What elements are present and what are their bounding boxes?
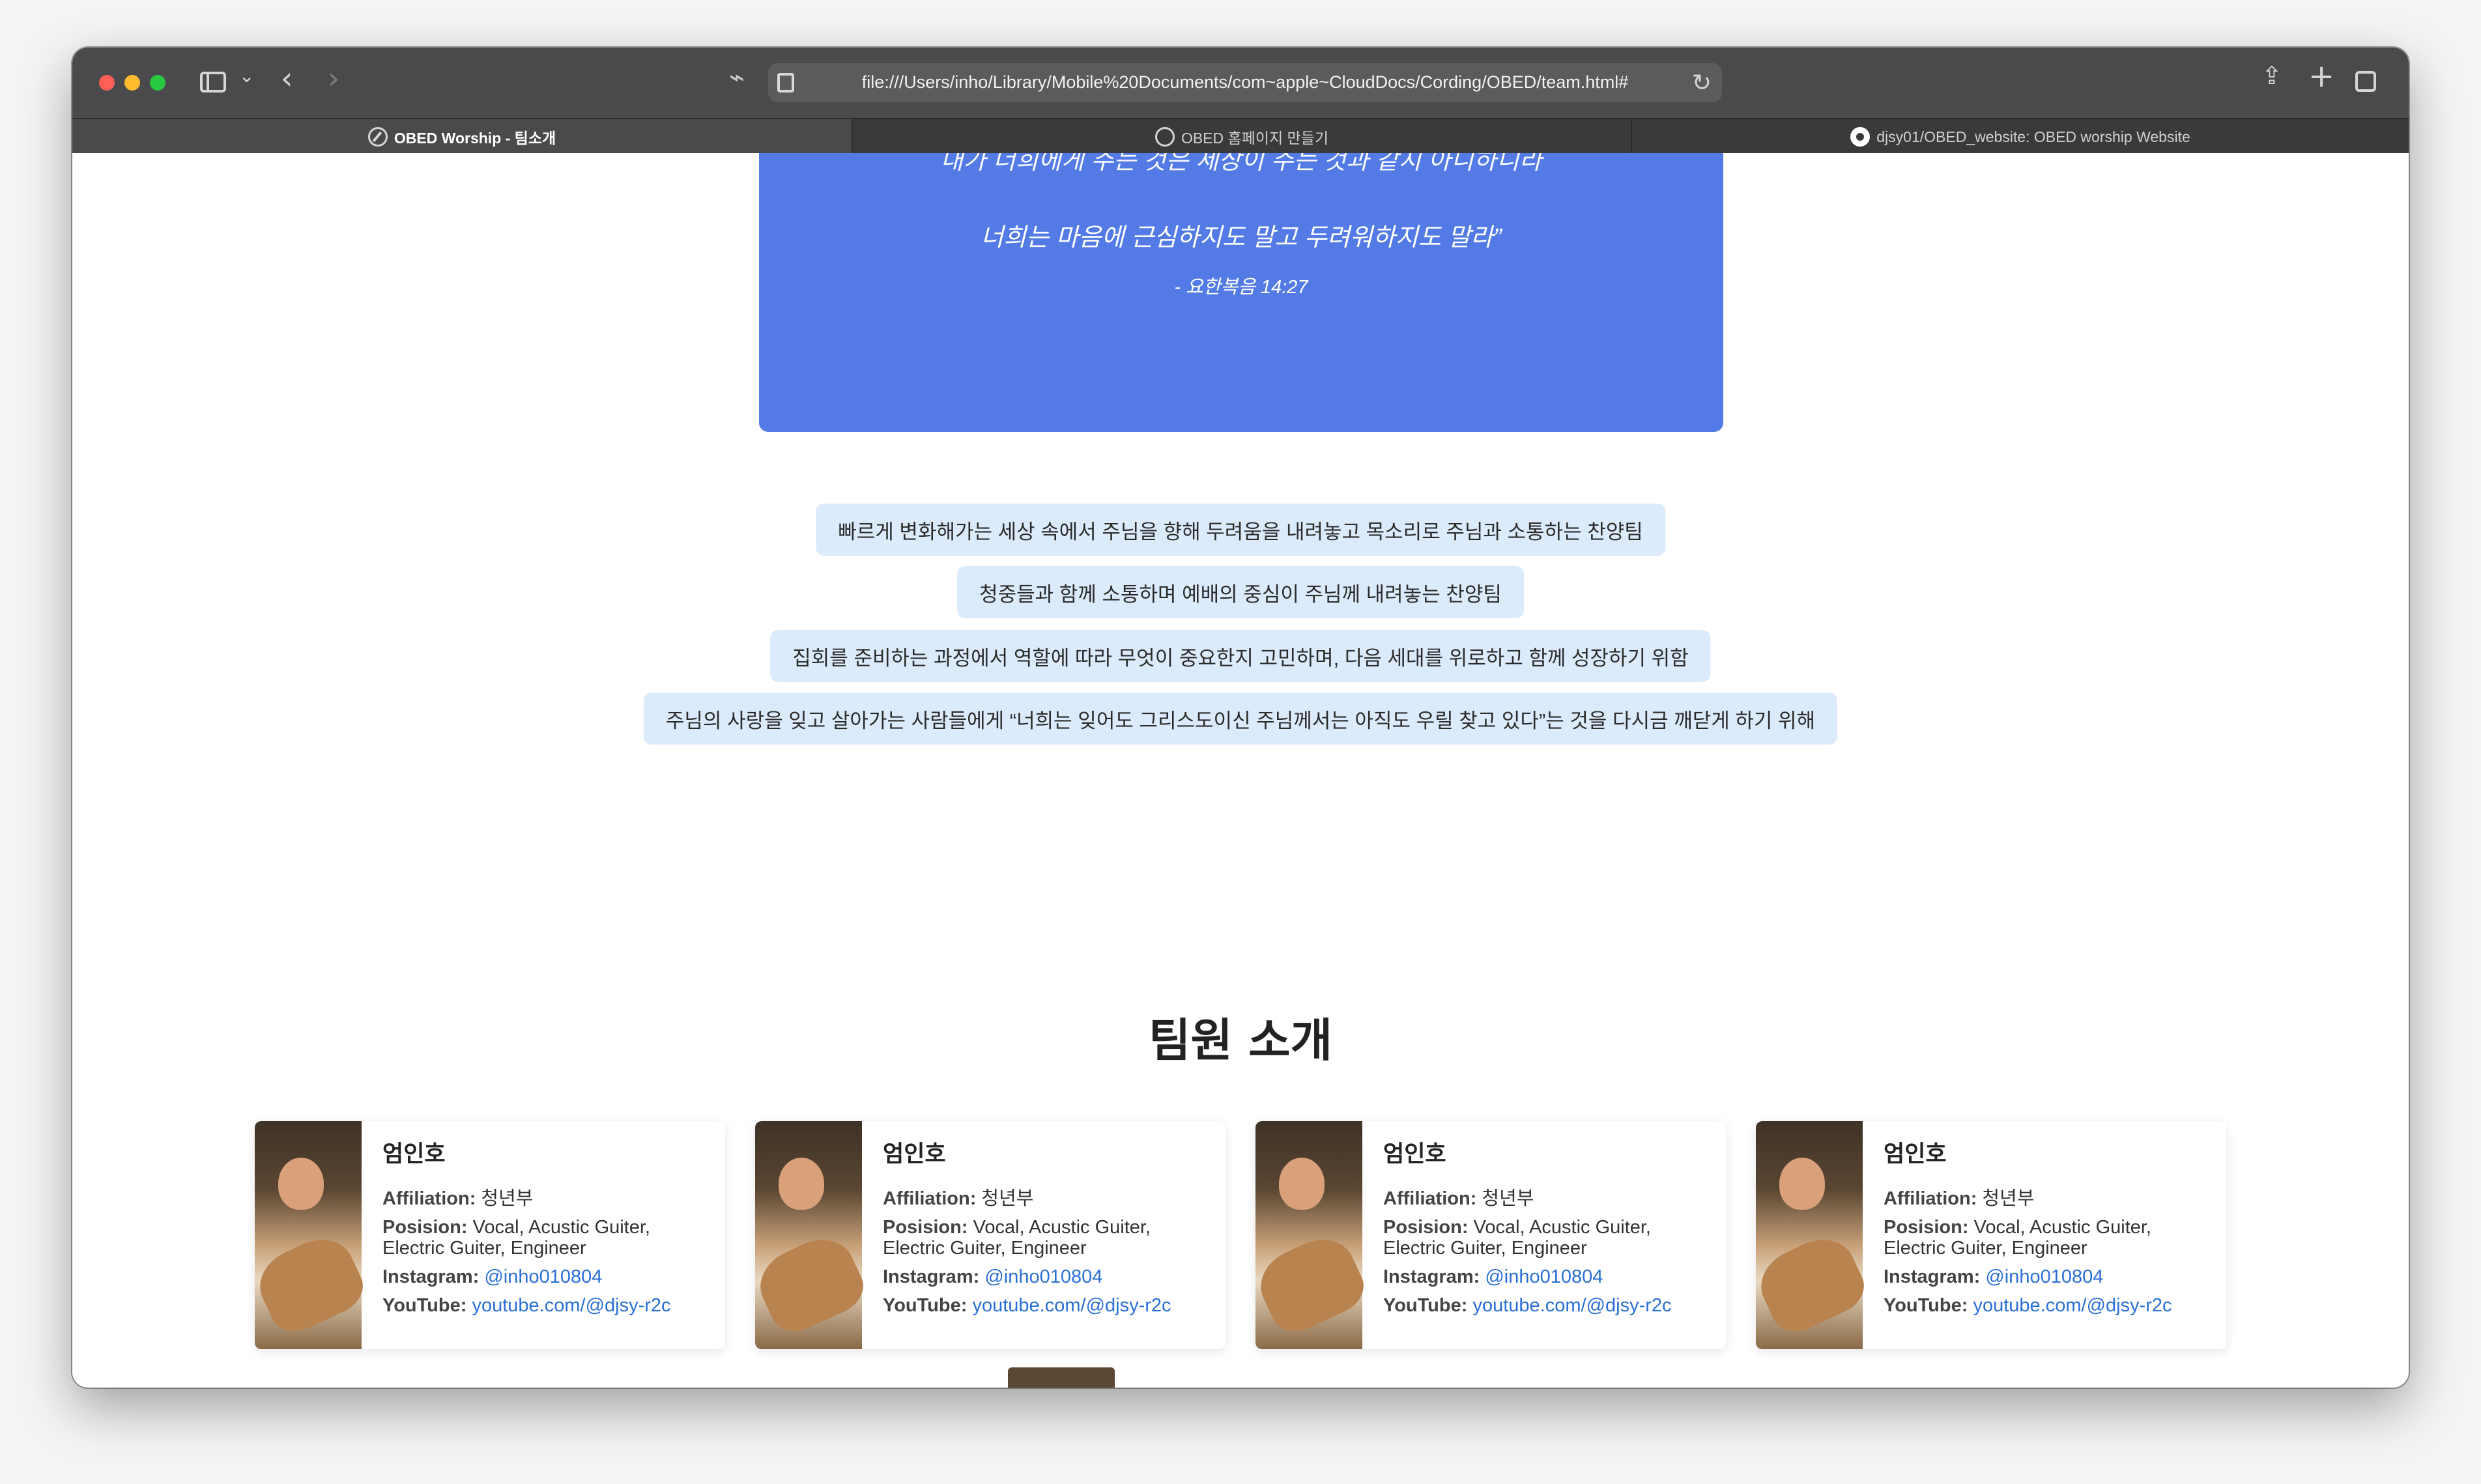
affiliation-label: Affiliation: (382, 1188, 476, 1209)
youtube-label: YouTube: (1884, 1295, 1968, 1316)
affiliation-row: Affiliation: 청년부 (1884, 1188, 2213, 1209)
tab-obed-homepage[interactable]: OBED 홈페이지 만들기 (852, 119, 1631, 154)
tab-label: OBED Worship - 팀소개 (394, 130, 556, 147)
member-card: 엄인호 Affiliation: 청년부 Posision: Vocal, Ac… (755, 1121, 1226, 1349)
member-name: 엄인호 (382, 1141, 446, 1167)
affiliation-label: Affiliation: (1383, 1188, 1477, 1209)
member-card: 엄인호 Affiliation: 청년부 Posision: Vocal, Ac… (255, 1121, 725, 1349)
instagram-row: Instagram: @inho010804 (382, 1266, 712, 1287)
youtube-row: YouTube: youtube.com/@djsy-r2c (382, 1295, 712, 1316)
position-label: Posision: (382, 1217, 468, 1238)
youtube-link[interactable]: youtube.com/@djsy-r2c (972, 1295, 1171, 1316)
sidebar-icon[interactable] (200, 72, 226, 93)
page-content: 내가 너희에게 주는 것은 세상이 주는 것과 같지 아니하니라 너희는 마음에… (72, 153, 2409, 1388)
member-name: 엄인호 (1383, 1141, 1446, 1167)
member-photo (255, 1121, 362, 1349)
mission-item: 빠르게 변화해가는 세상 속에서 주님을 향해 두려움을 내려놓고 목소리로 주… (816, 504, 1665, 556)
github-icon (1850, 127, 1871, 147)
position-row: Posision: Vocal, Acustic Guiter, Electri… (1383, 1217, 1713, 1259)
member-card: 엄인호 Affiliation: 청년부 Posision: Vocal, Ac… (1255, 1121, 1726, 1349)
member-info: 엄인호 Affiliation: 청년부 Posision: Vocal, Ac… (883, 1135, 1212, 1324)
privacy-shield-icon[interactable]: ⌁ (729, 64, 745, 91)
youtube-row: YouTube: youtube.com/@djsy-r2c (1884, 1295, 2213, 1316)
mission-item: 주님의 사랑을 잊고 살아가는 사람들에게 “너희는 잊어도 그리스도이신 주님… (643, 692, 1838, 745)
member-photo (1756, 1121, 1863, 1349)
chatgpt-icon (1154, 127, 1175, 147)
youtube-label: YouTube: (382, 1295, 467, 1316)
address-bar[interactable]: file:///Users/inho/Library/Mobile%20Docu… (768, 63, 1722, 102)
member-cards: 엄인호 Affiliation: 청년부 Posision: Vocal, Ac… (255, 1121, 2229, 1349)
back-button[interactable]: ‹ (281, 63, 293, 93)
member-info: 엄인호 Affiliation: 청년부 Posision: Vocal, Ac… (1884, 1135, 2213, 1324)
new-tab-button[interactable]: + (2308, 61, 2334, 92)
tab-obed-team[interactable]: OBED Worship - 팀소개 (72, 119, 852, 154)
position-label: Posision: (1884, 1217, 1969, 1238)
tab-label: djsy01/OBED_website: OBED worship Websit… (1876, 128, 2190, 145)
tab-bar: OBED Worship - 팀소개 OBED 홈페이지 만들기 djsy01/… (72, 118, 2409, 154)
youtube-label: YouTube: (883, 1295, 968, 1316)
youtube-link[interactable]: youtube.com/@djsy-r2c (472, 1295, 670, 1316)
position-row: Posision: Vocal, Acustic Guiter, Electri… (382, 1217, 712, 1259)
instagram-link[interactable]: @inho010804 (1485, 1266, 1603, 1287)
member-info: 엄인호 Affiliation: 청년부 Posision: Vocal, Ac… (1383, 1135, 1713, 1324)
browser-window: ⌄ ‹ › ⌁ file:///Users/inho/Library/Mobil… (72, 48, 2409, 1388)
zoom-window-button[interactable] (150, 75, 165, 91)
member-photo (1008, 1367, 1115, 1388)
mission-item: 집회를 준비하는 과정에서 역할에 따라 무엇이 중요한지 고민하며, 다음 세… (770, 630, 1711, 682)
compass-icon (367, 127, 388, 147)
position-row: Posision: Vocal, Acustic Guiter, Electri… (1884, 1217, 2213, 1259)
affiliation-value: 청년부 (1482, 1188, 1534, 1209)
verse-banner: 내가 너희에게 주는 것은 세상이 주는 것과 같지 아니하니라 너희는 마음에… (759, 153, 1723, 432)
youtube-label: YouTube: (1383, 1295, 1468, 1316)
chevron-down-icon[interactable]: ⌄ (239, 67, 254, 85)
url-text[interactable]: file:///Users/inho/Library/Mobile%20Docu… (768, 72, 1722, 93)
position-label: Posision: (1383, 1217, 1469, 1238)
reload-icon[interactable]: ↻ (1692, 70, 1712, 96)
close-window-button[interactable] (99, 75, 115, 91)
affiliation-label: Affiliation: (883, 1188, 977, 1209)
affiliation-value: 청년부 (981, 1188, 1034, 1209)
member-photo (755, 1121, 862, 1349)
member-name: 엄인호 (883, 1141, 946, 1167)
affiliation-value: 청년부 (481, 1188, 534, 1209)
affiliation-label: Affiliation: (1884, 1188, 1977, 1209)
verse-line: 너희는 마음에 근심하지도 말고 두려워하지도 말라” (981, 224, 1502, 251)
affiliation-value: 청년부 (1982, 1188, 2035, 1209)
instagram-row: Instagram: @inho010804 (883, 1266, 1212, 1287)
affiliation-row: Affiliation: 청년부 (883, 1188, 1212, 1209)
mission-item: 청중들과 함께 소통하며 예배의 중심이 주님께 내려놓는 찬양팀 (957, 566, 1524, 618)
youtube-row: YouTube: youtube.com/@djsy-r2c (1383, 1295, 1713, 1316)
instagram-row: Instagram: @inho010804 (1884, 1266, 2213, 1287)
youtube-row: YouTube: youtube.com/@djsy-r2c (883, 1295, 1212, 1316)
instagram-link[interactable]: @inho010804 (984, 1266, 1102, 1287)
instagram-link[interactable]: @inho010804 (484, 1266, 602, 1287)
affiliation-row: Affiliation: 청년부 (1383, 1188, 1713, 1209)
share-icon[interactable]: ⇪ (2261, 63, 2282, 88)
instagram-label: Instagram: (1383, 1266, 1480, 1287)
section-title: 팀원 소개 (1149, 1014, 1332, 1067)
browser-toolbar: ⌄ ‹ › ⌁ file:///Users/inho/Library/Mobil… (72, 48, 2409, 118)
member-info: 엄인호 Affiliation: 청년부 Posision: Vocal, Ac… (382, 1135, 712, 1324)
member-photo (1255, 1121, 1362, 1349)
instagram-label: Instagram: (883, 1266, 980, 1287)
position-label: Posision: (883, 1217, 968, 1238)
instagram-link[interactable]: @inho010804 (1985, 1266, 2103, 1287)
affiliation-row: Affiliation: 청년부 (382, 1188, 712, 1209)
tab-overview-icon[interactable] (2355, 71, 2376, 92)
instagram-label: Instagram: (1884, 1266, 1981, 1287)
verse-reference: - 요한복음 14:27 (1174, 277, 1308, 298)
minimize-window-button[interactable] (124, 75, 140, 91)
verse-line: 내가 너희에게 주는 것은 세상이 주는 것과 같지 아니하니라 (940, 153, 1542, 175)
forward-button[interactable]: › (328, 63, 339, 93)
instagram-label: Instagram: (382, 1266, 480, 1287)
member-card: 엄인호 Affiliation: 청년부 Posision: Vocal, Ac… (1756, 1121, 2226, 1349)
youtube-link[interactable]: youtube.com/@djsy-r2c (1973, 1295, 2172, 1316)
tab-label: OBED 홈페이지 만들기 (1181, 130, 1329, 147)
tab-github-repo[interactable]: djsy01/OBED_website: OBED worship Websit… (1631, 119, 2409, 154)
member-name: 엄인호 (1884, 1141, 1947, 1167)
instagram-row: Instagram: @inho010804 (1383, 1266, 1713, 1287)
position-row: Posision: Vocal, Acustic Guiter, Electri… (883, 1217, 1212, 1259)
youtube-link[interactable]: youtube.com/@djsy-r2c (1472, 1295, 1671, 1316)
